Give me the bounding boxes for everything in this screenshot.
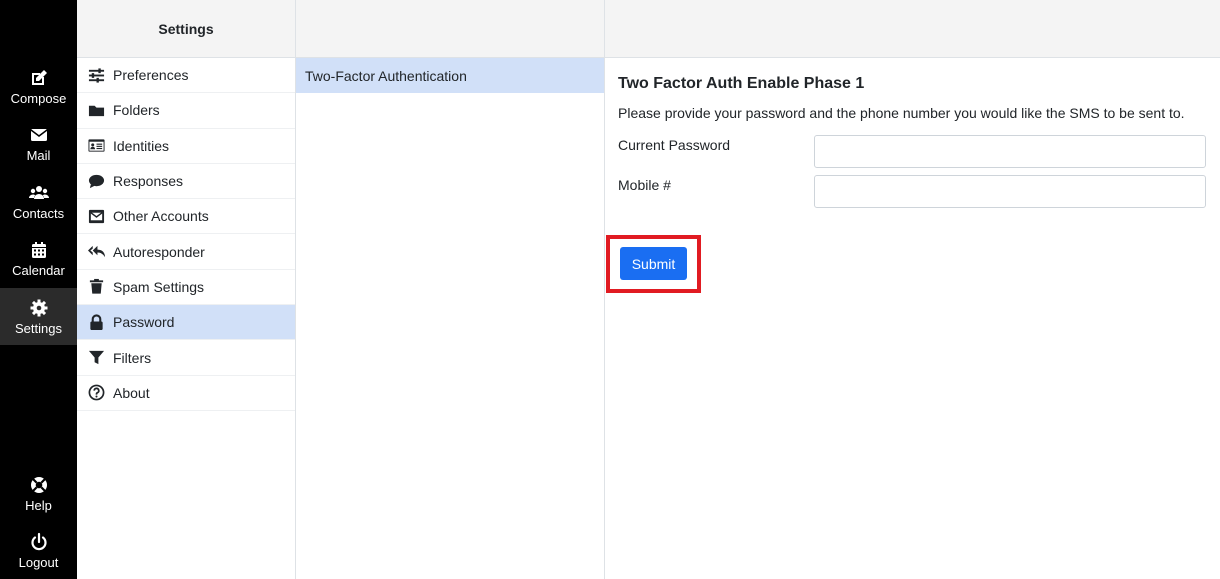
calendar-icon	[31, 241, 46, 258]
taskbar-contacts[interactable]: Contacts	[0, 173, 77, 230]
trash-icon	[87, 278, 105, 296]
form-description: Please provide your password and the pho…	[618, 105, 1185, 121]
menu-item-label: Identities	[113, 137, 170, 154]
sliders-icon	[87, 66, 105, 84]
menu-item-spam-settings[interactable]: Spam Settings	[77, 270, 295, 306]
menu-item-identities[interactable]: Identities	[77, 129, 295, 164]
password-row: Current Password	[618, 135, 1207, 175]
taskbar-compose-label: Compose	[10, 90, 67, 106]
mobile-number-field[interactable]	[814, 175, 1206, 208]
password-label: Current Password	[618, 137, 731, 153]
menu-item-other-accounts[interactable]: Other Accounts	[77, 199, 295, 235]
menu-item-label: Spam Settings	[113, 278, 205, 295]
submit-button[interactable]: Submit	[620, 247, 687, 280]
content-header	[605, 0, 1220, 58]
menu-item-responses[interactable]: Responses	[77, 164, 295, 200]
mail-icon	[30, 128, 47, 141]
compose-icon	[31, 69, 47, 85]
settings-menu: Settings Preferences Folders Identities …	[77, 0, 296, 579]
taskbar-mail[interactable]: Mail	[0, 115, 77, 172]
question-circle-icon	[87, 384, 105, 402]
list-header	[296, 0, 604, 58]
menu-item-label: Autoresponder	[113, 243, 205, 260]
taskbar-settings[interactable]: Settings	[0, 288, 77, 345]
menu-item-label: Preferences	[113, 67, 189, 84]
reply-all-icon	[87, 243, 105, 261]
taskbar-calendar-label: Calendar	[12, 262, 65, 278]
menu-item-folders[interactable]: Folders	[77, 93, 295, 129]
menu-item-label: Folders	[113, 102, 160, 119]
power-icon	[30, 532, 47, 550]
taskbar-settings-label: Settings	[15, 320, 62, 336]
envelope-square-icon	[87, 207, 105, 225]
submit-highlight-box: Submit	[606, 235, 701, 293]
lifebuoy-icon	[30, 476, 47, 493]
current-password-field[interactable]	[814, 135, 1206, 168]
folder-icon	[87, 101, 105, 119]
menu-item-label: About	[113, 384, 150, 401]
menu-item-preferences[interactable]: Preferences	[77, 58, 295, 94]
taskbar-contacts-label: Contacts	[12, 205, 65, 221]
menu-item-filters[interactable]: Filters	[77, 340, 295, 376]
taskbar-calendar[interactable]: Calendar	[0, 230, 77, 287]
taskbar-logout[interactable]: Logout	[0, 522, 77, 579]
content-pane: Two Factor Auth Enable Phase 1 Please pr…	[605, 0, 1220, 579]
menu-item-label: Other Accounts	[113, 208, 209, 225]
comment-icon	[87, 172, 105, 190]
menu-item-about[interactable]: About	[77, 376, 295, 411]
menu-item-label: Responses	[113, 173, 184, 190]
menu-item-autoresponder[interactable]: Autoresponder	[77, 234, 295, 270]
taskbar-mail-label: Mail	[26, 147, 51, 163]
taskbar: Compose Mail Contacts Calendar Settings …	[0, 0, 77, 579]
id-card-icon	[87, 137, 105, 155]
settings-title: Settings	[77, 0, 295, 58]
mobile-label: Mobile #	[618, 177, 671, 193]
mobile-row: Mobile #	[618, 175, 1207, 215]
menu-item-label: Password	[113, 314, 175, 331]
taskbar-compose[interactable]: Compose	[0, 58, 77, 115]
settings-subsection-list: Two-Factor Authentication	[296, 0, 605, 579]
gear-icon	[30, 299, 47, 316]
list-item-two-factor-auth[interactable]: Two-Factor Authentication	[296, 58, 604, 93]
menu-item-password[interactable]: Password	[77, 305, 295, 341]
taskbar-help[interactable]: Help	[0, 465, 77, 522]
form-title: Two Factor Auth Enable Phase 1	[618, 75, 865, 92]
taskbar-logout-label: Logout	[18, 554, 59, 570]
two-factor-form: Two Factor Auth Enable Phase 1 Please pr…	[605, 58, 1220, 231]
lock-icon	[87, 313, 105, 331]
contacts-icon	[28, 185, 49, 199]
taskbar-help-label: Help	[25, 497, 52, 513]
filter-icon	[87, 349, 105, 367]
menu-item-label: Filters	[113, 349, 152, 366]
